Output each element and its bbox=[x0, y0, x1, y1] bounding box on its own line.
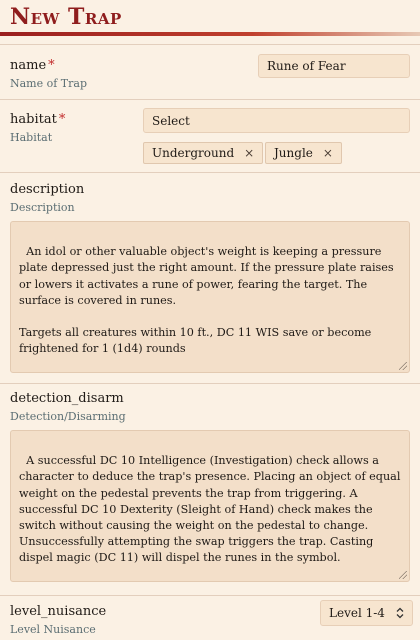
name-sublabel: Name of Trap bbox=[10, 77, 88, 90]
title-divider bbox=[0, 32, 420, 36]
required-marker: * bbox=[58, 112, 66, 127]
name-label: name * bbox=[10, 58, 55, 73]
resize-handle-icon[interactable] bbox=[399, 571, 407, 579]
resize-handle-icon[interactable] bbox=[399, 362, 407, 370]
required-marker: * bbox=[48, 58, 55, 73]
habitat-select[interactable]: Select bbox=[143, 108, 410, 133]
page-title: New Trap bbox=[10, 4, 122, 30]
description-label: description bbox=[10, 182, 85, 197]
description-textarea[interactable]: An idol or other valuable object's weigh… bbox=[10, 221, 410, 373]
remove-tag-icon[interactable]: × bbox=[323, 146, 333, 160]
level-nuisance-value: Level 1-4 bbox=[329, 606, 385, 620]
description-text: An idol or other valuable object's weigh… bbox=[19, 245, 394, 356]
habitat-sublabel: Habitat bbox=[10, 131, 53, 144]
detection-disarm-sublabel: Detection/Disarming bbox=[10, 410, 126, 423]
description-sublabel: Description bbox=[10, 201, 75, 214]
remove-tag-icon[interactable]: × bbox=[244, 146, 254, 160]
tag-label: Underground bbox=[152, 146, 235, 160]
detection-disarm-text: A successful DC 10 Intelligence (Investi… bbox=[19, 454, 404, 565]
level-nuisance-label: level_nuisance bbox=[10, 604, 107, 619]
divider bbox=[0, 383, 420, 384]
divider bbox=[0, 172, 420, 173]
divider bbox=[0, 595, 420, 596]
divider bbox=[0, 99, 420, 100]
name-input[interactable]: Rune of Fear bbox=[258, 54, 410, 78]
habitat-label: habitat * bbox=[10, 112, 66, 127]
habitat-tag-underground: Underground × bbox=[143, 142, 264, 164]
habitat-tag-jungle: Jungle × bbox=[265, 142, 342, 164]
level-nuisance-sublabel: Level Nuisance bbox=[10, 623, 96, 636]
divider bbox=[0, 44, 420, 45]
tag-label: Jungle bbox=[274, 146, 313, 160]
detection-disarm-textarea[interactable]: A successful DC 10 Intelligence (Investi… bbox=[10, 430, 410, 582]
detection-disarm-label: detection_disarm bbox=[10, 391, 124, 406]
chevron-up-down-icon bbox=[396, 607, 404, 619]
level-nuisance-select[interactable]: Level 1-4 bbox=[320, 600, 413, 626]
